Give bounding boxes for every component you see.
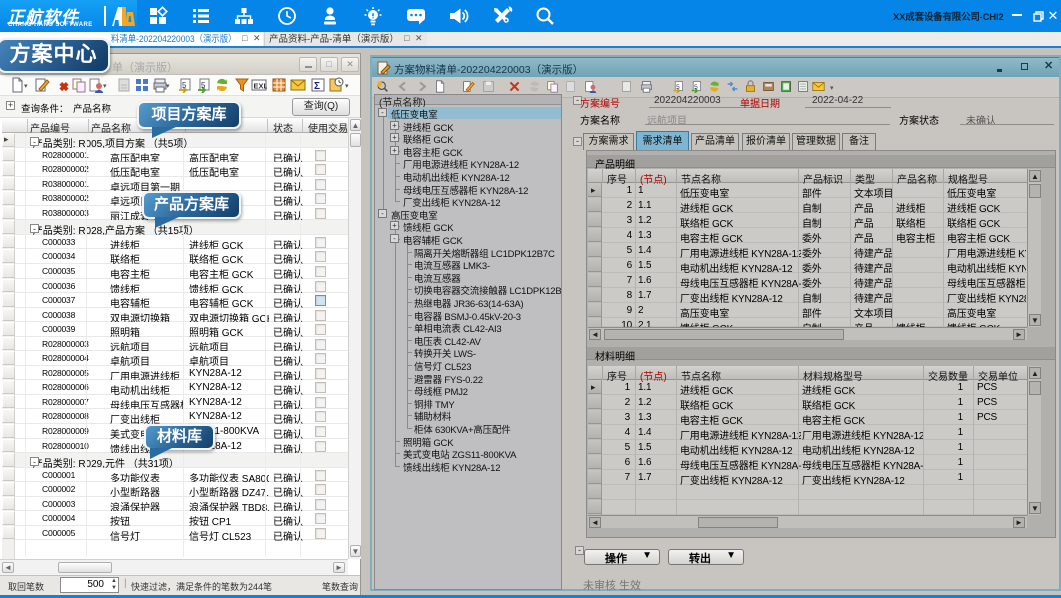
svg-text:5: 5 <box>201 81 206 90</box>
svg-text:5: 5 <box>694 84 698 91</box>
svg-text:Σ: Σ <box>314 81 320 92</box>
svg-text:EXL: EXL <box>254 82 268 91</box>
svg-text:5: 5 <box>182 81 187 90</box>
svg-text:5: 5 <box>676 84 680 91</box>
